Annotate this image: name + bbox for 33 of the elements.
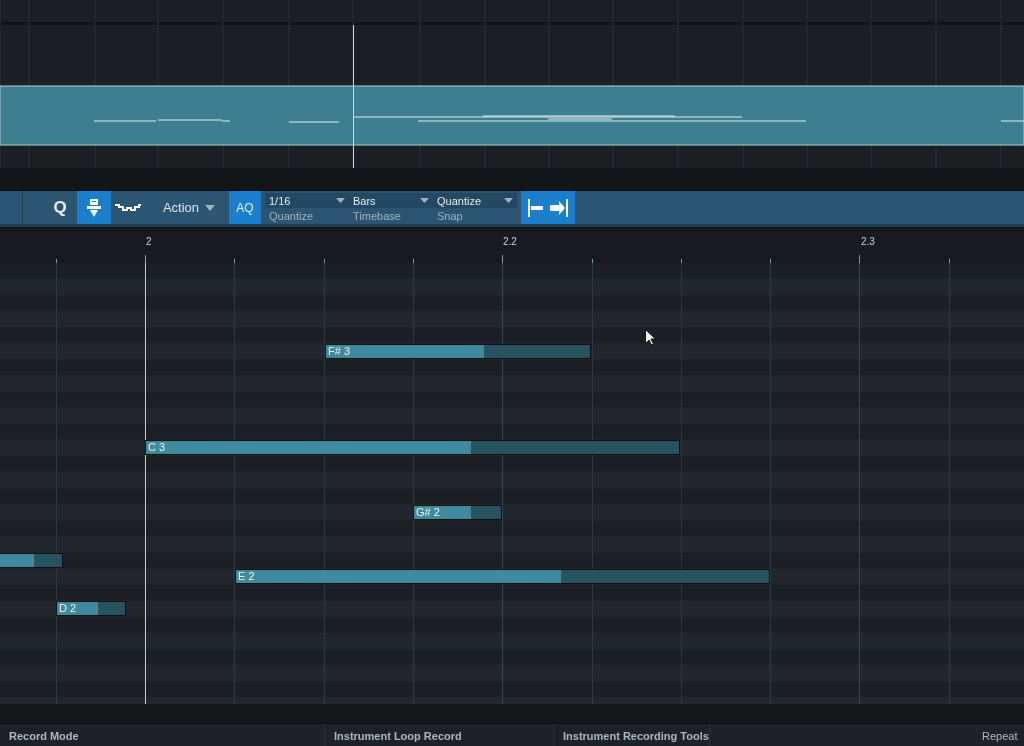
caret-icon <box>205 204 216 211</box>
dropdown-label: Timebase <box>352 209 402 222</box>
midi-note[interactable]: C 3 <box>145 440 680 456</box>
midi-note[interactable] <box>0 552 63 568</box>
caret-icon <box>336 198 345 203</box>
note-label: E 2 <box>238 569 255 583</box>
caret-icon <box>420 198 429 203</box>
dropdown-label: Quantize <box>268 209 315 222</box>
status-label: Repeat <box>981 728 1019 744</box>
cursor-icon <box>645 329 656 346</box>
dropdown[interactable]: 1/16 <box>265 193 349 208</box>
note-label: C 3 <box>148 441 166 455</box>
note-label: D 2 <box>59 602 77 616</box>
note-label: F# 3 <box>328 344 350 358</box>
midi-note[interactable]: G# 2 <box>413 504 502 520</box>
dropdown[interactable]: Quantize <box>433 193 517 208</box>
bar-start-icon[interactable] <box>527 197 545 218</box>
wave-icon <box>115 202 141 213</box>
dropdown[interactable]: Bars <box>349 193 433 208</box>
midi-note[interactable]: F# 3 <box>325 343 591 359</box>
auto-quantize-button[interactable]: AQ <box>229 191 261 224</box>
dropdown-label: Snap <box>436 209 464 222</box>
ruler-label: 2 <box>146 236 152 247</box>
midi-note[interactable]: D 2 <box>56 601 126 617</box>
note-label: G# 2 <box>416 505 440 519</box>
ruler-label: 2.2 <box>503 236 517 247</box>
midi-note[interactable]: E 2 <box>235 568 770 584</box>
status-label: Instrument Recording Tools <box>554 724 710 746</box>
status-label: Record Mode <box>0 724 325 746</box>
caret-icon <box>504 198 513 203</box>
arrow-right-icon[interactable] <box>549 197 569 218</box>
status-label: Instrument Loop Record <box>325 724 554 746</box>
ruler-label: 2.3 <box>861 236 875 247</box>
